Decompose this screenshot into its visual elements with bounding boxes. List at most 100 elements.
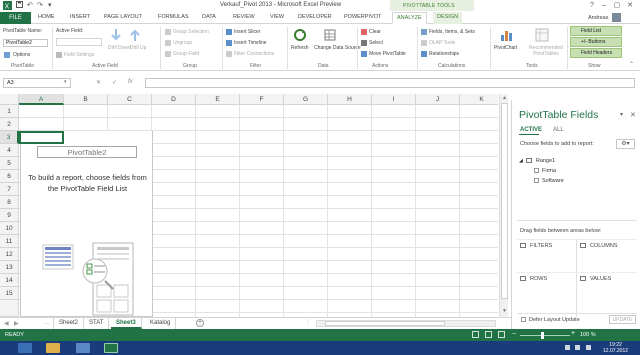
insert-timeline-button[interactable]: Insert Timeline [234,40,267,46]
sheet-tab-stat[interactable]: STAT [84,318,110,329]
tab-home[interactable]: HOME [38,14,55,20]
user-name[interactable]: Andreas [588,15,609,21]
tab-all[interactable]: ALL [553,127,564,133]
row-header[interactable]: 9 [0,209,19,222]
row-header[interactable]: 15 [0,287,19,300]
tree-root[interactable]: ◢ Range1 [519,158,555,164]
tab-insert[interactable]: INSERT [70,14,90,20]
pane-splitter[interactable] [517,220,637,221]
defer-layout-update[interactable]: Defer Layout Update [521,317,580,323]
tab-review[interactable]: REVIEW [233,14,255,20]
field-settings-button[interactable]: Field Settings [64,52,94,58]
row-header-partial[interactable] [0,300,19,317]
row-header[interactable]: 3 [0,131,19,144]
help-button[interactable]: ? [586,1,598,10]
pivottable-placeholder[interactable]: PivotTable2 To build a report, choose fi… [20,131,153,317]
tab-file[interactable]: FILE [0,12,31,24]
column-header[interactable]: B [64,94,108,105]
undo-icon[interactable]: ↶ [27,1,33,9]
filter-connections-button[interactable]: Filter Connections [234,51,274,57]
values-area[interactable]: VALUES [580,276,611,282]
field-layout-tools-button[interactable]: ⚙▾ [616,139,635,149]
plus-minus-buttons-button[interactable]: +/- Buttons [570,37,622,47]
page-break-view-icon[interactable] [498,331,505,338]
olap-tools-button[interactable]: OLAP Tools [429,40,455,46]
column-header[interactable]: F [240,94,284,105]
vertical-scrollbar[interactable]: ▲ ▼ [499,94,508,317]
scroll-down-icon[interactable]: ▼ [501,308,508,315]
save-icon[interactable] [16,1,23,10]
options-button[interactable]: Options [13,52,30,58]
pane-close-icon[interactable]: ✕ [630,111,636,119]
app-icon[interactable] [76,343,90,353]
filters-area[interactable]: FILTERS [520,243,552,249]
fields-items-sets-button[interactable]: Fields, Items, & Sets [429,29,475,35]
drill-down-button[interactable]: Drill Down [108,45,131,51]
horizontal-scrollbar[interactable] [316,320,496,327]
tab-formulas[interactable]: FORMULAS [158,14,189,20]
split-handle-icon[interactable]: ⋮ [305,319,311,326]
formula-input[interactable] [145,78,635,88]
pivotchart-button[interactable]: PivotChart [494,45,517,51]
column-header[interactable]: I [372,94,416,105]
row-header[interactable]: 1 [0,105,19,118]
collapse-icon[interactable]: ◢ [519,158,523,164]
volume-icon[interactable] [586,345,591,350]
excel-taskbar-icon[interactable] [104,343,118,353]
field-checkbox[interactable] [534,168,539,174]
field-item[interactable]: Software [534,178,564,184]
page-layout-view-icon[interactable] [485,331,492,338]
add-sheet-button[interactable]: + [196,319,204,327]
clear-button[interactable]: Clear [369,29,381,35]
tab-page-layout[interactable]: PAGE LAYOUT [104,14,142,20]
field-headers-button[interactable]: Field Headers [570,48,622,58]
row-header[interactable]: 11 [0,235,19,248]
field-list-button[interactable]: Field List [570,26,622,36]
column-header[interactable]: J [416,94,460,105]
sheet-tab-sheet2[interactable]: Sheet2 [53,318,85,329]
ie-icon[interactable] [18,343,32,353]
row-header[interactable]: 2 [0,118,19,131]
collapse-ribbon-icon[interactable]: ⌃ [629,61,634,68]
tab-active[interactable]: ACTIVE [520,127,542,133]
customize-qat-icon[interactable]: ▾ [48,1,52,9]
column-header[interactable]: D [152,94,196,105]
column-header[interactable]: H [328,94,372,105]
row-header[interactable]: 8 [0,196,19,209]
refresh-button[interactable]: Refresh [291,45,309,51]
redo-icon[interactable]: ↷ [37,1,43,9]
zoom-slider[interactable] [520,335,570,336]
select-all-corner[interactable] [0,94,19,105]
name-box-dropdown-icon[interactable]: ▾ [64,79,67,85]
network-icon[interactable] [575,345,580,350]
insert-function-icon[interactable]: fx [128,79,133,85]
sheet-tab-sheet3[interactable]: Sheet3 [111,318,142,329]
relationships-button[interactable]: Relationships [429,51,459,57]
system-clock[interactable]: 19:22 12.07.2012 [603,342,628,354]
tab-powerpivot[interactable]: POWERPIVOT [344,14,381,20]
change-data-source-button[interactable]: Change Data Source [314,45,361,51]
row-header[interactable]: 7 [0,183,19,196]
scroll-up-icon[interactable]: ▲ [501,95,508,102]
pivottable-name-input[interactable]: PivotTable2 [3,39,48,47]
more-sheets-icon[interactable]: … [44,320,50,326]
tab-developer[interactable]: DEVELOPER [298,14,332,20]
row-header[interactable]: 5 [0,157,19,170]
zoom-out-icon[interactable]: − [512,331,516,338]
name-box[interactable]: A3 [3,78,71,88]
insert-slicer-button[interactable]: Insert Slicer [234,29,260,35]
row-header[interactable]: 14 [0,274,19,287]
tab-design[interactable]: DESIGN [433,12,463,24]
active-field-input[interactable] [56,38,102,46]
group-field-button[interactable]: Group Field [173,51,199,57]
group-selection-button[interactable]: Group Selection [173,29,209,35]
ungroup-button[interactable]: Ungroup [173,40,192,46]
update-button[interactable]: UPDATE [609,315,636,324]
column-header[interactable]: K [460,94,498,105]
cancel-entry-icon[interactable]: ✕ [96,79,101,86]
zoom-level[interactable]: 100 % [580,332,596,338]
rows-area[interactable]: ROWS [520,276,547,282]
zoom-slider-handle[interactable] [541,332,544,339]
explorer-icon[interactable] [46,343,60,353]
tab-analyze[interactable]: ANALYZE [392,12,427,24]
